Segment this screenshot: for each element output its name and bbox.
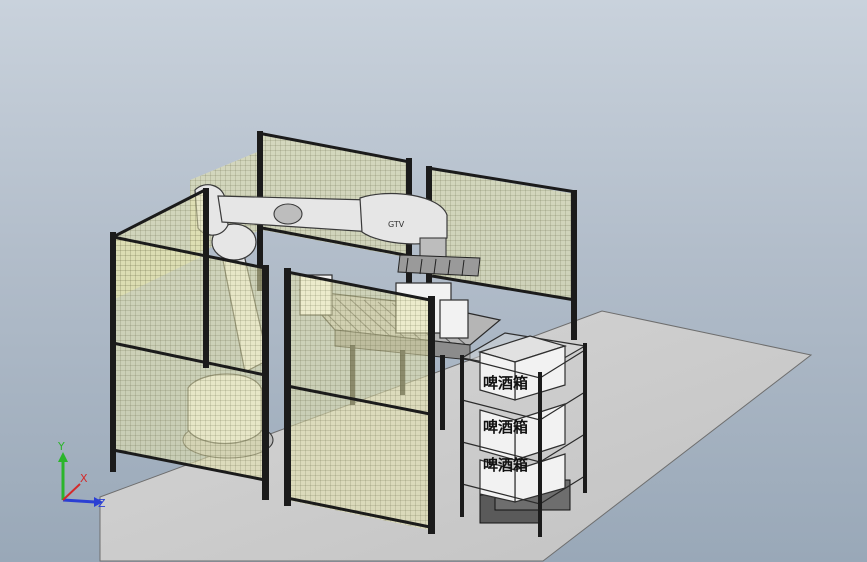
cad-viewport[interactable]: GTV 啤酒箱 啤酒箱 啤酒箱 Y X Z — [0, 0, 867, 562]
axis-triad: Y X Z — [57, 440, 106, 510]
y-axis-label: Y — [57, 440, 65, 453]
box-label-1: 啤酒箱 — [483, 374, 528, 392]
box-label-3: 啤酒箱 — [483, 456, 528, 474]
x-axis-label: X — [80, 472, 88, 485]
z-axis-label: Z — [98, 497, 106, 510]
box-label-2: 啤酒箱 — [483, 418, 528, 436]
robot-gripper — [397, 254, 481, 277]
z-axis-arrow — [62, 498, 96, 504]
robot-brand-mark: GTV — [388, 220, 405, 229]
x-axis-arrow — [62, 483, 81, 501]
workcell-scene[interactable]: GTV 啤酒箱 啤酒箱 啤酒箱 Y X Z — [0, 0, 867, 562]
